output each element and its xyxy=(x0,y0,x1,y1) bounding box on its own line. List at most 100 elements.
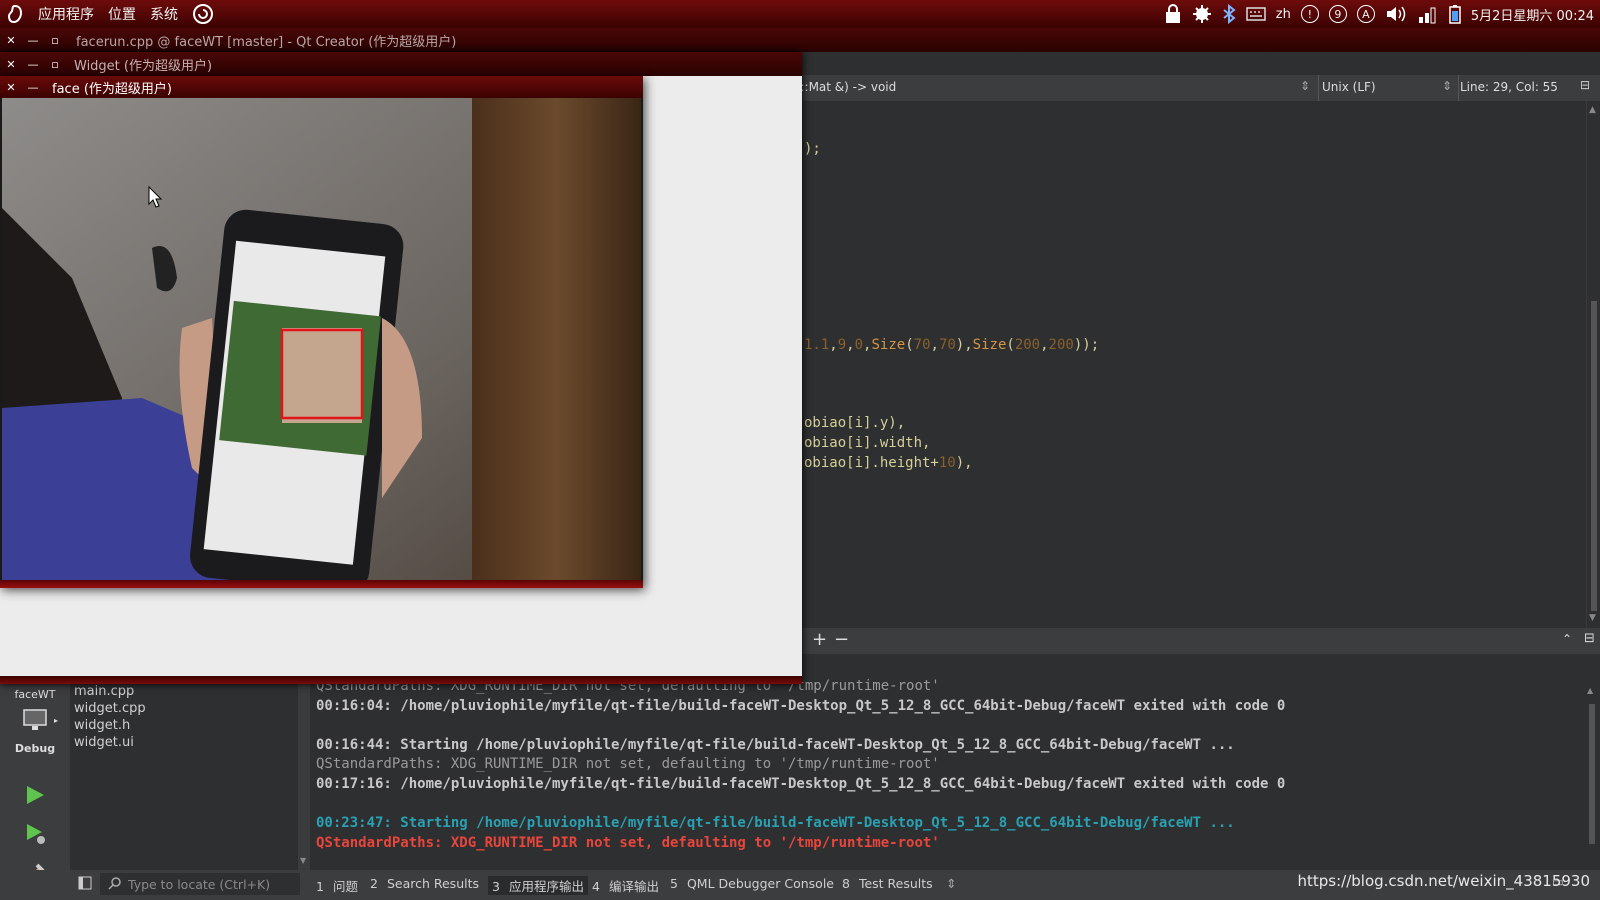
code-line: ); xyxy=(804,141,821,157)
code-line: obiao[i].y), xyxy=(804,415,905,431)
output-tab[interactable]: 3 应用程序输出 xyxy=(488,876,588,895)
tab-label: 编译输出 xyxy=(608,879,659,894)
editor-scrollbar[interactable]: ▲ ▼ xyxy=(1586,101,1600,628)
scroll-thumb[interactable] xyxy=(1591,301,1597,611)
bluetooth-icon[interactable] xyxy=(1222,4,1236,24)
lock-icon[interactable] xyxy=(1164,4,1182,24)
run-icon[interactable] xyxy=(24,784,46,810)
widget-titlebar[interactable]: ✕ — ▫ Widget (作为超级用户) xyxy=(0,52,802,76)
remove-icon[interactable]: − xyxy=(834,629,849,650)
code-token: 0 xyxy=(854,337,864,353)
code-token: obiao[i].width, xyxy=(804,435,931,451)
add-icon[interactable]: + xyxy=(812,629,827,650)
project-name[interactable]: faceWT xyxy=(0,688,70,701)
updown-icon[interactable]: ⇕ xyxy=(946,876,956,891)
ime-indicator[interactable]: zh xyxy=(1276,7,1291,22)
maximize-icon[interactable]: ▫ xyxy=(44,34,66,47)
build-mode[interactable]: Debug xyxy=(0,742,70,755)
close-icon[interactable]: ✕ xyxy=(0,81,22,94)
menu-applications[interactable]: 应用程序 xyxy=(38,4,94,24)
file-item[interactable]: widget.h xyxy=(74,718,130,733)
scroll-down-icon[interactable]: ▼ xyxy=(1589,613,1596,623)
number-badge-icon[interactable]: 9 xyxy=(1328,5,1347,23)
tab-label: Test Results xyxy=(858,876,933,891)
file-item[interactable]: widget.ui xyxy=(74,735,134,750)
window-title: Widget (作为超级用户) xyxy=(74,58,213,74)
code-token: ), xyxy=(955,455,973,471)
close-icon[interactable]: ✕ xyxy=(0,58,22,71)
clock[interactable]: 5月2日星期六 00:24 xyxy=(1471,5,1594,24)
keyboard-icon[interactable] xyxy=(1246,7,1266,21)
split-icon[interactable]: ⊟ xyxy=(1580,78,1590,92)
updown-icon: ⇕ xyxy=(1300,79,1311,93)
chevron-right-icon[interactable]: ▸ xyxy=(54,716,58,725)
tab-label: 问题 xyxy=(332,879,358,894)
minimize-icon[interactable]: — xyxy=(22,81,44,94)
tab-number: 1 xyxy=(316,879,324,894)
monitor-icon[interactable] xyxy=(22,708,50,736)
project-scrollbar[interactable]: ▼ xyxy=(298,684,310,870)
code-token: ( xyxy=(1006,337,1015,353)
output-scrollbar[interactable]: ▲ xyxy=(1584,684,1600,870)
network-signal-icon[interactable] xyxy=(1417,4,1439,24)
divider xyxy=(1318,75,1319,101)
top-panel: 应用程序 位置 系统 zh ! 9 A 5月2日星期六 00:24 xyxy=(0,0,1600,28)
code-token: 200 xyxy=(1048,337,1074,353)
menu-places[interactable]: 位置 xyxy=(108,4,136,24)
code-token: , xyxy=(829,337,838,353)
camera-frame xyxy=(2,98,641,580)
close-icon[interactable]: ✕ xyxy=(0,34,22,47)
output-tab[interactable]: 5 QML Debugger Console xyxy=(670,876,834,891)
code-token: 70 xyxy=(938,337,956,353)
volume-icon[interactable] xyxy=(1385,4,1407,24)
function-signature[interactable]: :v::Mat &) -> void xyxy=(790,80,896,94)
line-ending-select[interactable]: Unix (LF) xyxy=(1322,80,1376,94)
maximize-icon[interactable]: ▫ xyxy=(44,58,66,71)
file-item[interactable]: widget.cpp xyxy=(74,701,146,716)
mode-sidebar: faceWT ▸ Debug xyxy=(0,684,70,882)
cursor-position[interactable]: Line: 29, Col: 55 xyxy=(1460,80,1558,94)
alert-icon[interactable]: ! xyxy=(1300,5,1319,23)
code-token: , xyxy=(1040,337,1049,353)
output-line: 00:16:04: /home/pluviophile/myfile/qt-fi… xyxy=(316,697,1286,714)
qtcreator-titlebar[interactable]: ✕ — ▫ facerun.cpp @ faceWT [master] - Qt… xyxy=(0,28,1600,52)
minimize-icon[interactable]: — xyxy=(22,58,44,71)
battery-icon[interactable] xyxy=(1449,4,1461,24)
search-icon xyxy=(108,876,122,893)
output-tab[interactable]: 2 Search Results xyxy=(370,876,479,891)
output-tab[interactable]: 4 编译输出 xyxy=(592,876,659,895)
output-tab[interactable]: 8 Test Results xyxy=(842,876,933,891)
tab-label: Search Results xyxy=(386,876,480,891)
minimize-icon[interactable]: — xyxy=(22,34,44,47)
mouse-cursor-icon xyxy=(148,185,163,212)
scroll-up-icon[interactable]: ▲ xyxy=(1589,105,1596,115)
output-toolbar: + − ⌃ ⊟ xyxy=(790,628,1600,654)
scroll-thumb[interactable] xyxy=(1589,704,1595,844)
code-token: obiao[i].y), xyxy=(804,415,906,431)
face-titlebar[interactable]: ✕ — face (作为超级用户) xyxy=(0,76,643,98)
chevron-up-icon[interactable]: ⌃ xyxy=(1562,632,1572,646)
gnome-foot-icon[interactable] xyxy=(6,4,24,24)
close-pane-icon[interactable]: ⊟ xyxy=(1584,631,1595,646)
code-token: Size xyxy=(972,337,1007,353)
menu-system[interactable]: 系统 xyxy=(150,4,178,24)
update-icon[interactable] xyxy=(192,3,214,25)
toggle-sidebar-icon[interactable] xyxy=(78,876,92,893)
code-token: 9 xyxy=(837,337,847,353)
code-token: ); xyxy=(804,141,821,157)
scroll-up-icon[interactable]: ▲ xyxy=(1587,686,1593,695)
a-indicator-icon[interactable]: A xyxy=(1356,5,1375,23)
bug-icon[interactable] xyxy=(1192,4,1212,24)
file-item[interactable]: main.cpp xyxy=(74,684,134,699)
debug-run-icon[interactable] xyxy=(24,822,48,850)
scroll-down-icon[interactable]: ▼ xyxy=(300,856,306,865)
locator[interactable]: Type to locate (Ctrl+K) xyxy=(100,873,300,895)
output-tab[interactable]: 1 问题 xyxy=(316,876,358,895)
face-bottom-border xyxy=(0,580,643,588)
face-window: ✕ — face (作为超级用户) xyxy=(0,76,643,588)
code-line: obiao[i].width, xyxy=(804,435,930,451)
tab-label: QML Debugger Console xyxy=(686,876,834,891)
code-editor[interactable]: ); 1.1,9,0,Size(70,70),Size(200,200)); o… xyxy=(790,101,1586,628)
application-output[interactable]: QStandardPaths: XDG_RUNTIME_DIR not set,… xyxy=(312,678,1584,870)
project-tree: main.cpp widget.cpp widget.h widget.ui xyxy=(70,684,298,870)
